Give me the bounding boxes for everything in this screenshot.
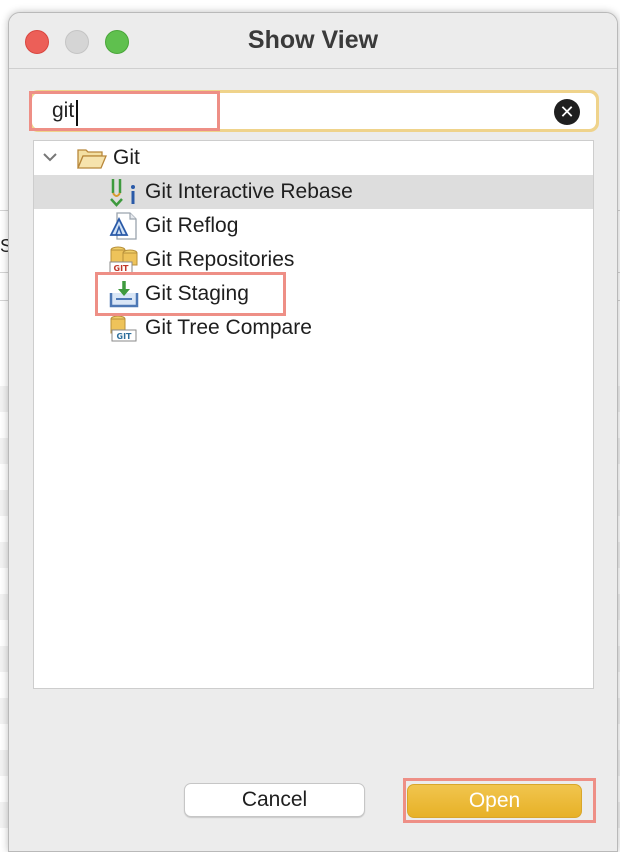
tree-root-label: Git <box>113 146 140 169</box>
tree-compare-icon: GIT <box>110 315 137 342</box>
open-button[interactable]: Open <box>407 784 582 818</box>
tree-item-label: Git Staging <box>145 282 249 305</box>
tree-item-label: Git Interactive Rebase <box>145 180 353 203</box>
tree-item-git-tree-compare[interactable]: GIT Git Tree Compare <box>34 311 593 345</box>
chevron-down-icon[interactable] <box>42 149 58 165</box>
clear-search-button[interactable]: ✕ <box>554 99 580 125</box>
text-caret <box>76 100 78 126</box>
cancel-button[interactable]: Cancel <box>184 783 365 817</box>
interactive-rebase-icon <box>110 179 135 207</box>
folder-open-icon <box>77 149 107 169</box>
search-field <box>29 90 599 132</box>
tree-row-git-folder[interactable]: Git <box>34 141 593 175</box>
view-tree[interactable]: Git Git Interactive Rebase Git Reflog GI… <box>33 140 594 689</box>
reflog-icon <box>109 212 137 240</box>
tree-item-git-repositories[interactable]: GIT Git Repositories <box>34 243 593 277</box>
show-view-dialog: Show View ✕ Git <box>8 12 618 852</box>
tree-item-git-interactive-rebase[interactable]: Git Interactive Rebase <box>34 175 593 209</box>
svg-text:GIT: GIT <box>114 264 130 273</box>
tree-item-label: Git Repositories <box>145 248 295 271</box>
tree-item-label: Git Tree Compare <box>145 316 312 339</box>
search-input[interactable] <box>32 93 596 129</box>
tree-item-git-staging[interactable]: Git Staging <box>34 277 593 311</box>
titlebar: Show View <box>9 13 617 69</box>
repositories-icon: GIT <box>109 246 138 274</box>
tree-item-git-reflog[interactable]: Git Reflog <box>34 209 593 243</box>
svg-text:GIT: GIT <box>117 332 133 341</box>
clear-icon: ✕ <box>559 102 575 122</box>
dialog-title: Show View <box>247 26 379 54</box>
staging-icon <box>109 281 139 308</box>
tree-item-label: Git Reflog <box>145 214 239 237</box>
